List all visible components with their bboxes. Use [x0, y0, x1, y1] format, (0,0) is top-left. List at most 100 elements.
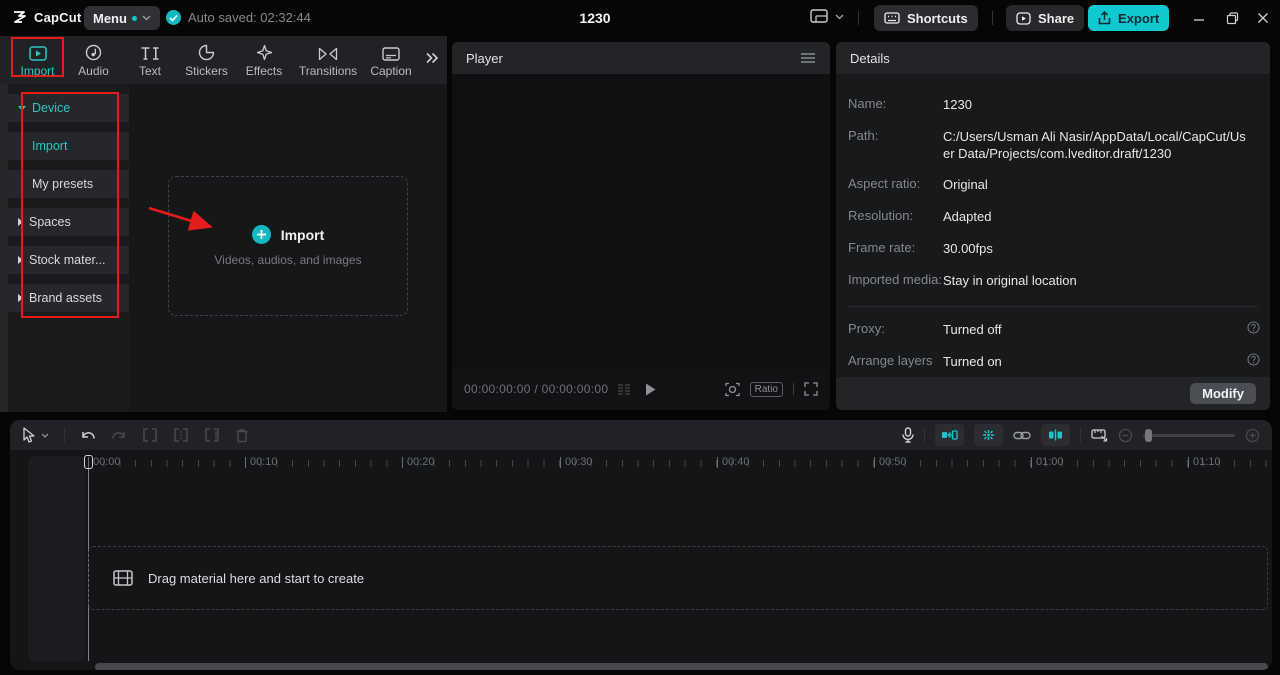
sidebar-item-import[interactable]: Import: [8, 132, 129, 160]
detail-row-path: Path: C:/Users/Usman Ali Nasir/AppData/L…: [836, 128, 1270, 162]
detail-row-resolution: Resolution: Adapted: [836, 208, 1270, 225]
detail-value: Original: [943, 176, 1243, 193]
menu-label: Menu: [93, 11, 127, 26]
ruler-label: 01:10: [1188, 456, 1221, 468]
ruler-label: 00:50: [874, 456, 907, 468]
tab-import[interactable]: Import: [10, 36, 65, 84]
tab-label: Caption: [370, 64, 411, 78]
track-header-gutter: [28, 456, 86, 662]
autosave-check-icon: [166, 10, 181, 25]
import-dropzone[interactable]: Import Videos, audios, and images: [168, 176, 408, 316]
share-button[interactable]: Share: [1006, 5, 1084, 31]
main-track-magnet-toggle[interactable]: [935, 424, 964, 446]
timeline-dropzone[interactable]: Drag material here and start to create: [88, 546, 1268, 610]
text-icon: [140, 43, 160, 61]
sidebar-item-label: Stock mater...: [29, 253, 105, 267]
split-right-icon[interactable]: [204, 428, 220, 442]
restore-button[interactable]: [1219, 6, 1245, 30]
timeline-section: 00:00 00:10 00:20 00:30 00:40 00:50 01:0…: [0, 412, 1280, 675]
close-button[interactable]: [1250, 6, 1276, 30]
timeline-zoom-slider[interactable]: [1143, 434, 1235, 437]
autosave-status: Auto saved: 02:32:44: [166, 10, 311, 25]
timeline-toolbar: [10, 420, 1272, 450]
focus-icon[interactable]: [725, 382, 740, 397]
track-height-icon[interactable]: [1091, 428, 1108, 442]
toolbar-divider: [924, 428, 925, 442]
more-tabs-chevron-icon[interactable]: [425, 52, 439, 64]
tab-effects[interactable]: Effects: [235, 36, 293, 84]
frame-view-icon[interactable]: [617, 383, 631, 395]
zoom-out-icon[interactable]: [1118, 428, 1133, 443]
top-bar: CapCut Menu Auto saved: 02:32:44 1230: [0, 0, 1280, 36]
menu-button[interactable]: Menu: [84, 6, 160, 30]
help-icon[interactable]: [1247, 321, 1260, 334]
auto-snap-toggle[interactable]: [974, 424, 1003, 446]
shortcuts-button[interactable]: Shortcuts: [874, 5, 978, 31]
horizontal-scrollbar[interactable]: [95, 663, 1268, 670]
linkage-toggle[interactable]: [1013, 431, 1031, 440]
capcut-logo-icon: [12, 9, 28, 25]
detail-label: Frame rate:: [836, 240, 943, 257]
detail-value: C:/Users/Usman Ali Nasir/AppData/Local/C…: [943, 128, 1248, 162]
redo-icon[interactable]: [111, 429, 127, 442]
panel-left-strip: [0, 84, 8, 412]
details-header: Details: [836, 42, 1270, 74]
delete-icon[interactable]: [235, 428, 249, 443]
keyboard-icon: [884, 12, 900, 24]
player-viewport: [452, 74, 830, 368]
capcut-window: CapCut Menu Auto saved: 02:32:44 1230: [0, 0, 1280, 675]
detail-label: Imported media:: [836, 272, 943, 289]
detail-label: Arrange layers: [836, 353, 943, 370]
media-panel: Import Audio Text Stickers: [0, 36, 447, 412]
detail-row-aspect-ratio: Aspect ratio: Original: [836, 176, 1270, 193]
tab-caption[interactable]: Caption: [363, 36, 419, 84]
detail-value: Turned off: [943, 321, 1243, 338]
sidebar-item-stock-materials[interactable]: Stock mater...: [8, 246, 129, 274]
slider-handle[interactable]: [1145, 429, 1152, 442]
sidebar-item-device[interactable]: Device: [8, 94, 129, 122]
player-panel: Player 00:00:00:00 / 00:00:00:00: [452, 42, 830, 410]
chevron-down-icon[interactable]: [41, 433, 49, 438]
player-menu-icon[interactable]: [800, 52, 816, 64]
modify-button[interactable]: Modify: [1190, 383, 1256, 404]
layout-switch-icon[interactable]: [810, 9, 828, 24]
zoom-in-icon[interactable]: [1245, 428, 1260, 443]
split-icon[interactable]: [173, 428, 189, 442]
tab-transitions[interactable]: Transitions: [293, 36, 363, 84]
split-left-icon[interactable]: [142, 428, 158, 442]
detail-value: 30.00fps: [943, 240, 1243, 257]
tab-text[interactable]: Text: [122, 36, 178, 84]
tab-stickers[interactable]: Stickers: [178, 36, 235, 84]
preview-axis-toggle[interactable]: [1041, 424, 1070, 446]
select-tool-icon[interactable]: [22, 427, 36, 443]
export-icon: [1098, 11, 1111, 25]
plus-icon: [252, 225, 271, 244]
timeline-card: 00:00 00:10 00:20 00:30 00:40 00:50 01:0…: [10, 420, 1272, 670]
player-header: Player: [452, 42, 830, 74]
capcut-logo: CapCut: [12, 9, 81, 25]
play-button[interactable]: [645, 383, 656, 396]
sidebar-item-my-presets[interactable]: My presets: [8, 170, 129, 198]
help-icon[interactable]: [1247, 353, 1260, 366]
current-timecode: 00:00:00:00: [464, 382, 531, 396]
slider-track[interactable]: [1143, 434, 1235, 437]
tab-audio[interactable]: Audio: [65, 36, 122, 84]
details-footer: Modify: [836, 377, 1270, 410]
export-button[interactable]: Export: [1088, 5, 1169, 31]
minimize-button[interactable]: [1186, 6, 1212, 30]
detail-label: Proxy:: [836, 321, 943, 338]
caret-down-icon: [18, 106, 26, 111]
chevron-down-icon[interactable]: [835, 14, 844, 20]
sidebar-item-spaces[interactable]: Spaces: [8, 208, 129, 236]
autosave-text: Auto saved: 02:32:44: [188, 10, 311, 25]
import-tab-icon: [29, 43, 47, 61]
microphone-icon[interactable]: [902, 427, 914, 443]
fullscreen-icon[interactable]: [804, 382, 818, 396]
tab-label: Effects: [246, 64, 282, 78]
sidebar-item-brand-assets[interactable]: Brand assets: [8, 284, 129, 312]
app-name: CapCut: [34, 10, 81, 25]
playhead-handle[interactable]: [84, 455, 93, 469]
player-controls: 00:00:00:00 / 00:00:00:00 Ratio: [452, 374, 830, 404]
ratio-button[interactable]: Ratio: [750, 382, 783, 397]
undo-icon[interactable]: [80, 429, 96, 442]
